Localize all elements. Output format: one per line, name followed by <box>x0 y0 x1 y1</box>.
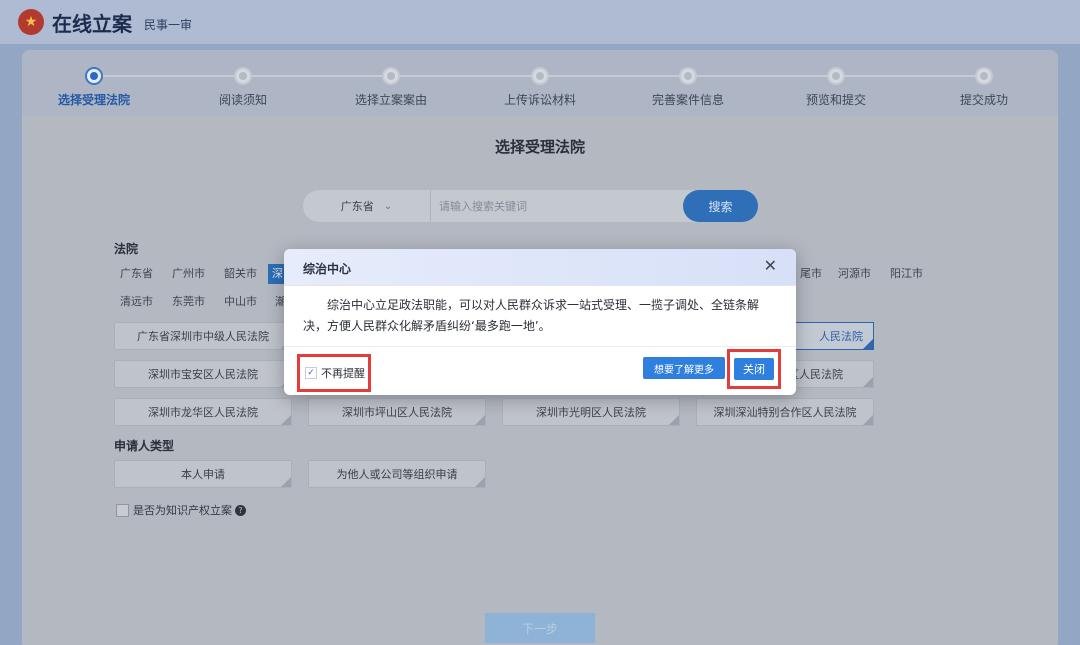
step-label: 选择立案案由 <box>354 93 427 107</box>
step-dot-icon <box>531 67 549 85</box>
step-select-court: 选择受理法院 <box>24 67 164 108</box>
close-icon[interactable]: ✕ <box>764 257 777 275</box>
step-label: 预览和提交 <box>805 93 866 107</box>
city-tab[interactable]: 阳江市 <box>890 264 923 284</box>
applicant-option-other[interactable]: 为他人或公司等组织申请 <box>308 460 486 488</box>
search-button[interactable]: 搜索 <box>683 190 758 222</box>
app-header: ★ 在线立案 民事一审 <box>0 0 1080 44</box>
checkmark-icon: ✓ <box>305 367 317 379</box>
city-tab[interactable]: 河源市 <box>838 264 871 284</box>
dont-remind-label: 不再提醒 <box>321 367 365 380</box>
next-step-button[interactable]: 下一步 <box>485 613 595 643</box>
dont-remind-checkbox[interactable]: ✓ 不再提醒 <box>297 354 371 392</box>
city-tab[interactable]: 韶关市 <box>224 264 257 284</box>
city-tab[interactable]: 清远市 <box>120 292 153 312</box>
close-button-highlight: 关闭 <box>727 349 781 389</box>
step-success: 提交成功 <box>914 67 1054 108</box>
chevron-down-icon: ⌄ <box>383 200 393 212</box>
applicant-section-label: 申请人类型 <box>114 439 175 453</box>
app-title: 在线立案 <box>52 11 132 36</box>
ip-case-checkbox[interactable]: 是否为知识产权立案 ? <box>116 502 246 518</box>
modal-body-text: 综治中心立足政法职能，可以对人民群众诉求一站式受理、一揽子调处、全链条解决，方便… <box>284 286 796 347</box>
step-complete-info: 完善案件信息 <box>618 67 758 108</box>
search-input[interactable] <box>431 190 715 222</box>
city-tab[interactable]: 尾市 <box>800 264 822 284</box>
modal-title: 综治中心 <box>303 262 352 276</box>
applicant-option-self[interactable]: 本人申请 <box>114 460 292 488</box>
ip-case-label: 是否为知识产权立案 <box>133 504 232 517</box>
step-select-cause: 选择立案案由 <box>321 67 461 108</box>
close-button[interactable]: 关闭 <box>734 358 774 380</box>
court-option[interactable]: 深圳深汕特别合作区人民法院 <box>696 398 874 426</box>
court-section-label: 法院 <box>114 242 139 256</box>
step-label: 阅读须知 <box>218 93 267 107</box>
court-search: 广东省 ⌄ 搜索 <box>303 190 758 222</box>
step-dot-icon <box>234 67 252 85</box>
court-option[interactable]: 深圳市龙华区人民法院 <box>114 398 292 426</box>
court-emblem-icon: ★ <box>18 9 44 35</box>
step-read-notice: 阅读须知 <box>173 67 313 108</box>
step-label: 提交成功 <box>959 93 1008 107</box>
province-value: 广东省 <box>340 200 374 213</box>
checkbox-icon <box>116 503 129 517</box>
learn-more-button[interactable]: 想要了解更多 <box>643 357 725 379</box>
city-tab[interactable]: 广东省 <box>120 264 153 284</box>
info-modal: 综治中心 ✕ 综治中心立足政法职能，可以对人民群众诉求一站式受理、一揽子调处、全… <box>284 249 796 395</box>
step-dot-icon <box>85 67 103 85</box>
app-subtitle: 民事一审 <box>144 17 193 32</box>
city-tab[interactable]: 东莞市 <box>172 292 205 312</box>
step-label: 上传诉讼材料 <box>503 93 576 107</box>
step-dot-icon <box>382 67 400 85</box>
search-box: 广东省 ⌄ <box>303 190 715 222</box>
modal-header: 综治中心 ✕ <box>284 249 796 286</box>
help-icon[interactable]: ? <box>235 504 246 516</box>
step-preview-submit: 预览和提交 <box>766 67 906 108</box>
modal-footer: ✓ 不再提醒 想要了解更多 关闭 <box>284 347 796 395</box>
court-option[interactable]: 深圳市坪山区人民法院 <box>308 398 486 426</box>
step-label: 选择受理法院 <box>57 93 130 107</box>
court-option[interactable]: 深圳市光明区人民法院 <box>502 398 680 426</box>
page-title: 选择受理法院 <box>494 138 585 156</box>
step-upload-materials: 上传诉讼材料 <box>470 67 610 108</box>
province-select[interactable]: 广东省 ⌄ <box>303 190 431 222</box>
step-label: 完善案件信息 <box>651 93 724 107</box>
city-tab[interactable]: 中山市 <box>224 292 257 312</box>
progress-steps: 选择受理法院 阅读须知 选择立案案由 上传诉讼材料 完善案件信息 预览和提交 提… <box>22 50 1058 116</box>
step-dot-icon <box>975 67 993 85</box>
court-option[interactable]: 深圳市宝安区人民法院 <box>114 360 292 388</box>
city-tab[interactable]: 广州市 <box>172 264 205 284</box>
court-option[interactable]: 广东省深圳市中级人民法院 <box>114 322 292 350</box>
step-dot-icon <box>679 67 697 85</box>
step-dot-icon <box>827 67 845 85</box>
